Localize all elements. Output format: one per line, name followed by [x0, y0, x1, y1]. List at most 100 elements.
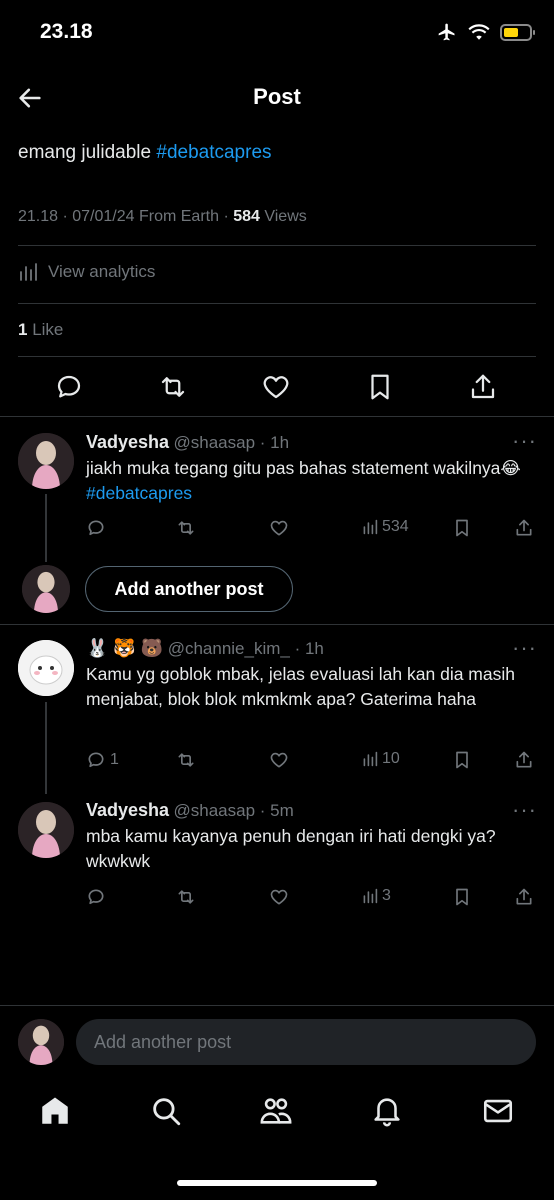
like-button[interactable] — [269, 518, 289, 538]
repost-button[interactable] — [176, 518, 196, 538]
analytics-icon — [363, 751, 378, 767]
reply-header: Vadyesha @shaasap · 1h — [86, 432, 536, 453]
comment-icon — [88, 520, 104, 536]
heart-icon — [270, 889, 288, 905]
divider — [0, 1005, 554, 1006]
reply-handle: @shaasap · 1h — [173, 433, 290, 452]
avatar[interactable] — [18, 640, 74, 696]
divider — [18, 303, 536, 304]
views-button[interactable]: 10 — [362, 750, 400, 768]
wifi-icon — [468, 24, 490, 40]
avatar-image — [18, 1019, 64, 1065]
repost-button[interactable] — [176, 750, 196, 770]
battery-icon — [500, 23, 535, 41]
heart-icon — [263, 376, 289, 399]
views-button[interactable]: 534 — [362, 518, 409, 536]
bookmark-button[interactable] — [452, 750, 472, 770]
avatar-image — [18, 802, 74, 858]
comment-icon — [88, 752, 104, 768]
add-another-post-button[interactable]: Add another post — [85, 566, 293, 612]
reply-actions: 3 — [0, 887, 554, 909]
like-button[interactable] — [269, 887, 289, 907]
thread-line — [45, 702, 47, 794]
share-icon — [471, 374, 495, 399]
share-button[interactable] — [468, 372, 498, 402]
comment-icon — [57, 375, 81, 398]
repost-button[interactable] — [176, 887, 196, 907]
avatar[interactable] — [18, 433, 74, 489]
reply-header: Vadyesha @shaasap · 5m — [86, 800, 506, 821]
analytics-icon — [363, 888, 378, 904]
view-analytics-link[interactable]: View analytics — [18, 262, 155, 282]
bookmark-icon — [371, 374, 389, 400]
bottom-tab-bar — [0, 1090, 554, 1140]
heart-icon — [270, 520, 288, 536]
hashtag-link[interactable]: #debatcapres — [156, 142, 271, 163]
more-options-button[interactable]: ··· — [512, 637, 537, 659]
repost-button[interactable] — [158, 372, 188, 402]
reply-input[interactable]: Add another post — [76, 1019, 536, 1065]
avatar — [22, 565, 70, 613]
reply-author-name[interactable]: Vadyesha — [86, 800, 169, 820]
search-icon — [153, 1098, 181, 1126]
bookmark-icon — [456, 888, 468, 906]
avatar-image — [18, 640, 74, 696]
share-icon — [516, 888, 532, 905]
like-button[interactable] — [269, 750, 289, 770]
reply-author-name[interactable]: 🐰 🐯 🐻 — [86, 638, 163, 658]
like-button[interactable] — [261, 372, 291, 402]
page-title: Post — [253, 84, 301, 109]
bookmark-button[interactable] — [365, 372, 395, 402]
communities-icon — [260, 1098, 292, 1124]
share-button[interactable] — [514, 887, 534, 907]
bookmark-button[interactable] — [452, 887, 472, 907]
reply-button[interactable]: 1 — [86, 750, 119, 770]
reply-handle: @channie_kim_ · 1h — [167, 639, 324, 658]
tweet-meta: 21.18 · 07/01/24 From Earth · 584 Views — [18, 208, 307, 225]
tab-home[interactable] — [38, 1094, 72, 1128]
reply-button[interactable] — [86, 887, 110, 907]
airplane-icon — [438, 23, 455, 41]
avatar[interactable] — [18, 802, 74, 858]
home-icon — [42, 1097, 68, 1124]
repost-icon — [161, 377, 185, 397]
divider — [18, 356, 536, 357]
avatar — [18, 1019, 64, 1065]
views-count: 584 — [233, 208, 260, 225]
tweet-text: emang julidable #debatcapres — [18, 142, 272, 163]
reply-actions: 1 10 — [0, 750, 554, 772]
tab-search[interactable] — [149, 1094, 183, 1128]
tab-communities[interactable] — [259, 1094, 293, 1128]
tab-messages[interactable] — [481, 1094, 515, 1128]
tab-notifications[interactable] — [370, 1094, 404, 1128]
analytics-icon — [363, 519, 378, 535]
likes-count-link[interactable]: 1 Like — [18, 320, 63, 340]
share-button[interactable] — [514, 750, 534, 770]
reply-text: jiakh muka tegang gitu pas bahas stateme… — [86, 458, 521, 503]
share-icon — [516, 751, 532, 768]
repost-icon — [178, 753, 194, 767]
bookmark-icon — [456, 751, 468, 769]
reply-button[interactable] — [54, 372, 84, 402]
reply-actions: 534 — [0, 518, 554, 540]
divider — [0, 624, 554, 625]
divider — [18, 245, 536, 246]
share-icon — [516, 519, 532, 536]
bookmark-button[interactable] — [452, 518, 472, 538]
hashtag-link[interactable]: #debatcapres — [86, 483, 192, 503]
views-button[interactable]: 3 — [362, 887, 391, 905]
reply-author-name[interactable]: Vadyesha — [86, 432, 169, 452]
more-options-button[interactable]: ··· — [512, 799, 537, 821]
avatar-image — [22, 565, 70, 613]
more-options-button[interactable]: ··· — [512, 430, 537, 452]
repost-icon — [178, 890, 194, 904]
bell-icon — [374, 1098, 400, 1127]
heart-icon — [270, 752, 288, 768]
status-icons — [436, 22, 535, 42]
reply-text: Kamu yg goblok mbak, jelas evaluasi lah … — [86, 664, 515, 709]
home-indicator — [177, 1180, 377, 1186]
share-button[interactable] — [514, 518, 534, 538]
analytics-icon — [20, 263, 37, 281]
reply-button[interactable] — [86, 518, 110, 538]
divider — [0, 416, 554, 417]
